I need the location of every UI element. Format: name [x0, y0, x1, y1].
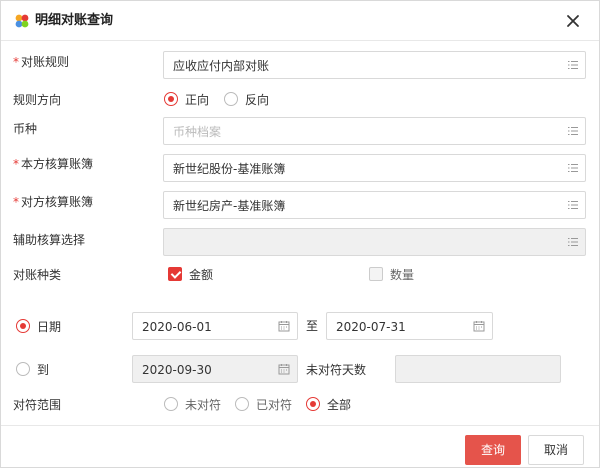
dialog-header: 明细对账查询	[1, 1, 599, 41]
other-book-value: 新世纪房产-基准账簿	[173, 199, 286, 213]
calendar-icon[interactable]	[473, 320, 485, 332]
query-button[interactable]: 查询	[465, 435, 521, 465]
required-mark: *	[13, 195, 19, 209]
own-book-select[interactable]: 新世纪股份-基准账簿	[163, 154, 586, 182]
scope-all-label: 全部	[327, 398, 352, 412]
quantity-label: 数量	[390, 268, 415, 282]
until-date-input: 2020-09-30	[132, 355, 298, 383]
other-book-select[interactable]: 新世纪房产-基准账簿	[163, 191, 586, 219]
rule-select[interactable]: 应收应付内部对账	[163, 51, 586, 79]
own-book-label: * 本方核算账簿	[13, 156, 93, 172]
list-icon[interactable]	[567, 162, 579, 174]
required-mark: *	[13, 55, 19, 69]
scope-unmatched-radio[interactable]	[164, 397, 178, 411]
dialog-title: 明细对账查询	[35, 13, 114, 28]
scope-all-radio[interactable]	[306, 397, 320, 411]
scope-matched-label: 已对符	[256, 398, 293, 412]
until-date-value: 2020-09-30	[142, 363, 212, 377]
rule-label-text: 对账规则	[21, 55, 70, 69]
own-book-label-text: 本方核算账簿	[21, 157, 94, 171]
scope-unmatched-label: 未对符	[185, 398, 222, 412]
calendar-icon	[278, 364, 290, 375]
range-separator: 至	[306, 319, 319, 333]
end-date-input[interactable]: 2020-07-31	[326, 312, 493, 340]
currency-placeholder: 币种档案	[173, 125, 222, 139]
own-book-value: 新世纪股份-基准账簿	[173, 162, 286, 176]
list-icon[interactable]	[567, 125, 579, 137]
close-icon[interactable]	[563, 11, 583, 31]
other-book-label-text: 对方核算账簿	[21, 195, 94, 209]
aux-label: 辅助核算选择	[13, 233, 86, 247]
until-mode-radio[interactable]	[16, 362, 30, 376]
direction-forward-label: 正向	[185, 93, 210, 107]
direction-reverse-label: 反向	[245, 93, 270, 107]
list-icon[interactable]	[567, 199, 579, 211]
date-mode-label: 日期	[37, 320, 62, 334]
rule-value: 应收应付内部对账	[173, 59, 270, 73]
unmatched-days-label: 未对符天数	[306, 363, 367, 377]
direction-forward-radio[interactable]	[164, 92, 178, 106]
reconciliation-query-dialog: 明细对账查询 * 对账规则 应收应付内部对账 规则方向 正向 反向 币种 币种档案…	[0, 0, 600, 468]
until-mode-label: 到	[37, 363, 50, 377]
date-mode-radio[interactable]	[16, 319, 30, 333]
list-icon[interactable]	[567, 59, 579, 71]
rule-label: * 对账规则	[13, 54, 69, 70]
unmatched-days-input	[395, 355, 561, 383]
scope-matched-radio[interactable]	[235, 397, 249, 411]
dialog-footer: 查询 取消	[1, 425, 599, 468]
aux-select	[163, 228, 586, 256]
match-scope-label: 对符范围	[13, 398, 62, 412]
required-mark: *	[13, 157, 19, 171]
direction-reverse-radio[interactable]	[224, 92, 238, 106]
amount-label: 金额	[189, 268, 214, 282]
list-icon	[568, 237, 578, 247]
currency-label: 币种	[13, 122, 38, 136]
start-date-input[interactable]: 2020-06-01	[132, 312, 298, 340]
direction-label: 规则方向	[13, 93, 62, 107]
cancel-button[interactable]: 取消	[528, 435, 584, 465]
amount-checkbox[interactable]	[168, 267, 182, 281]
other-book-label: * 对方核算账簿	[13, 194, 93, 210]
start-date-value: 2020-06-01	[142, 320, 212, 334]
app-logo-icon	[15, 14, 29, 28]
currency-select[interactable]: 币种档案	[163, 117, 586, 145]
kind-label: 对账种类	[13, 268, 62, 282]
end-date-value: 2020-07-31	[336, 320, 406, 334]
quantity-checkbox[interactable]	[369, 267, 383, 281]
calendar-icon[interactable]	[278, 320, 290, 332]
